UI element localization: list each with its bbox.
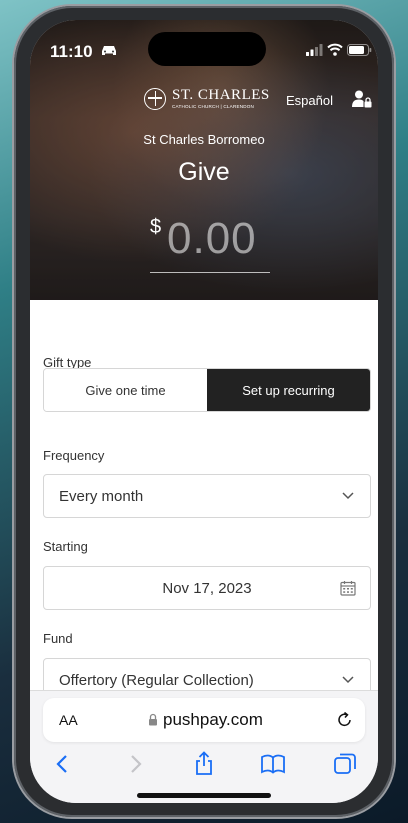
text-size-button[interactable]: AA xyxy=(59,712,78,728)
signal-icon xyxy=(306,44,323,56)
give-one-time-button[interactable]: Give one time xyxy=(44,369,207,411)
status-time: 11:10 xyxy=(50,42,93,61)
battery-icon xyxy=(347,44,372,56)
lock-icon xyxy=(149,713,157,726)
address-bar[interactable]: AA pushpay.com xyxy=(43,698,365,742)
frequency-value: Every month xyxy=(59,488,144,505)
calendar-icon[interactable] xyxy=(340,580,356,596)
brand-subtitle: CATHOLIC CHURCH | CLARENDON xyxy=(172,104,255,109)
home-indicator xyxy=(137,793,271,798)
car-icon xyxy=(102,46,116,55)
share-icon[interactable] xyxy=(191,751,217,777)
frequency-label: Frequency xyxy=(43,448,105,463)
page-title: Give xyxy=(178,158,230,186)
currency-symbol: $ xyxy=(150,216,162,238)
cross-icon xyxy=(144,88,166,110)
forward-icon[interactable] xyxy=(122,751,148,777)
amount-input[interactable]: 0.00 xyxy=(167,214,257,264)
wifi-icon xyxy=(327,43,343,56)
back-icon[interactable] xyxy=(50,751,76,777)
browser-bar: AA pushpay.com xyxy=(30,690,378,803)
reload-icon[interactable] xyxy=(336,711,353,728)
tabs-icon[interactable] xyxy=(332,751,358,777)
starting-date-value: Nov 17, 2023 xyxy=(162,580,252,597)
gift-type-selector: Give one time Set up recurring xyxy=(43,368,371,412)
phone-frame: 11:10 ST. CHARLES CATHOLIC CHURCH | CLAR… xyxy=(14,6,394,817)
status-bar: 11:10 xyxy=(30,20,378,74)
user-lock-icon[interactable] xyxy=(352,90,372,108)
chevron-down-icon xyxy=(342,676,354,684)
bookmarks-icon[interactable] xyxy=(260,751,286,777)
set-up-recurring-button[interactable]: Set up recurring xyxy=(207,369,370,411)
fund-label: Fund xyxy=(43,631,73,646)
dynamic-island xyxy=(148,32,266,66)
fund-value: Offertory (Regular Collection) xyxy=(59,672,254,689)
starting-label: Starting xyxy=(43,539,88,554)
church-logo[interactable]: ST. CHARLES CATHOLIC CHURCH | CLARENDON xyxy=(144,86,274,114)
brand-name: ST. CHARLES xyxy=(172,87,270,103)
frequency-select[interactable]: Every month xyxy=(43,474,371,518)
give-form: Gift type Give one time Set up recurring… xyxy=(30,300,378,702)
amount-underline xyxy=(150,272,270,273)
url-text: pushpay.com xyxy=(163,710,263,729)
chevron-down-icon xyxy=(342,492,354,500)
church-name: St Charles Borromeo xyxy=(143,132,265,147)
language-toggle[interactable]: Español xyxy=(286,93,333,108)
starting-date-input[interactable]: Nov 17, 2023 xyxy=(43,566,371,610)
screen: 11:10 ST. CHARLES CATHOLIC CHURCH | CLAR… xyxy=(30,20,378,803)
